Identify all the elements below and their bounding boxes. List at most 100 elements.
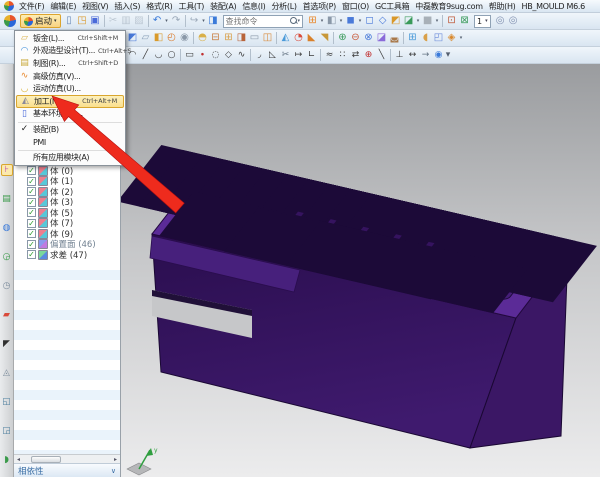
work-layer-dropdown[interactable]: 1 ▾: [474, 15, 491, 28]
pointer-tab[interactable]: ◤: [1, 338, 13, 350]
paste-icon[interactable]: ▨: [133, 14, 146, 28]
slot-icon[interactable]: ▭: [248, 31, 261, 45]
dimension-icon[interactable]: ↔: [406, 48, 419, 62]
copy-icon[interactable]: ▥: [120, 14, 133, 28]
toolbar-separator[interactable]: [250, 49, 251, 61]
emboss-icon[interactable]: ◨: [235, 31, 248, 45]
part-navigator-tab[interactable]: ⊦: [1, 164, 13, 176]
circle-icon[interactable]: ○: [165, 48, 178, 62]
pattern-curve-icon[interactable]: ∷: [336, 48, 349, 62]
toolbar-separator[interactable]: [403, 32, 404, 44]
start-button[interactable]: 启动 ▾: [20, 14, 61, 28]
chamfer-icon[interactable]: ◣: [305, 31, 318, 45]
extrude-icon[interactable]: ◧: [152, 31, 165, 45]
visibility-checkbox[interactable]: ✓: [27, 250, 36, 259]
pad-icon[interactable]: ⊞: [222, 31, 235, 45]
menu-tools[interactable]: 工具(T): [176, 1, 208, 12]
toolbar-separator[interactable]: [276, 32, 277, 44]
undo-icon[interactable]: ↶: [151, 14, 164, 28]
new-file-icon[interactable]: ▯: [63, 14, 76, 28]
web-browser-tab[interactable]: ◍: [1, 222, 13, 234]
quick-extend-icon[interactable]: ↦: [292, 48, 305, 62]
display-constraint-icon[interactable]: ◉: [432, 48, 445, 62]
search-input[interactable]: [226, 16, 290, 27]
toolbar-separator[interactable]: [320, 49, 321, 61]
pattern-feature-icon[interactable]: ⊞: [406, 31, 419, 45]
scroll-left-icon[interactable]: ◂: [14, 456, 23, 463]
menu-zhonglei-edu[interactable]: 中磊教育9sug.com: [412, 1, 485, 12]
scrollbar-thumb[interactable]: [31, 456, 61, 463]
part-title[interactable]: HB_MOULD M6.6: [519, 2, 588, 11]
immediate-hide-icon[interactable]: ◪: [402, 14, 415, 28]
visibility-checkbox[interactable]: ✓: [27, 208, 36, 217]
display-part-icon[interactable]: ◨: [207, 14, 220, 28]
navigator-row[interactable]: ✓ 求差 (47): [14, 250, 120, 261]
new-window-icon[interactable]: ⊠: [458, 14, 471, 28]
visibility-checkbox[interactable]: ✓: [27, 229, 36, 238]
menu-item-advanced-sim[interactable]: ∿ 高级仿真(V)...: [16, 70, 124, 83]
menu-item-gateway[interactable]: ▯ 基本环境(W)...: [16, 108, 124, 121]
menu-item-assemblies[interactable]: ✓ 装配(B): [16, 123, 124, 136]
unite-icon[interactable]: ⊕: [336, 31, 349, 45]
mirror-feature-icon[interactable]: ◖: [419, 31, 432, 45]
navigator-horizontal-scrollbar[interactable]: ◂ ▸: [14, 454, 120, 463]
subtract-icon[interactable]: ⊖: [349, 31, 362, 45]
toolbar-separator[interactable]: [193, 32, 194, 44]
menu-item-sheet-metal[interactable]: ▱ 钣金(L)... Ctrl+Shift+M: [16, 32, 124, 45]
chamfer-curve-icon[interactable]: ◺: [266, 48, 279, 62]
toolbar-separator[interactable]: [442, 15, 443, 27]
pocket-icon[interactable]: ⊟: [209, 31, 222, 45]
fillet-icon[interactable]: ◞: [253, 48, 266, 62]
menu-view[interactable]: 视图(V): [79, 1, 111, 12]
polygon-icon[interactable]: ◇: [222, 48, 235, 62]
visibility-checkbox[interactable]: ✓: [27, 166, 36, 175]
visibility-checkbox[interactable]: ✓: [27, 219, 36, 228]
visibility-checkbox[interactable]: ✓: [27, 240, 36, 249]
toolbar-separator[interactable]: [180, 49, 181, 61]
dependencies-header[interactable]: 相依性 ∨: [14, 463, 120, 477]
menu-information[interactable]: 信息(I): [239, 1, 268, 12]
toolbar-separator[interactable]: [333, 32, 334, 44]
clock-tab[interactable]: ◷: [1, 280, 13, 292]
visualization-tab[interactable]: ▰: [1, 309, 13, 321]
rectangle-icon[interactable]: ▭: [183, 48, 196, 62]
cut-icon[interactable]: ✂: [107, 14, 120, 28]
quick-trim-icon[interactable]: ✂: [279, 48, 292, 62]
datum-plane-icon[interactable]: ▱: [139, 31, 152, 45]
visibility-checkbox[interactable]: ✓: [27, 198, 36, 207]
menu-edit[interactable]: 编辑(E): [47, 1, 79, 12]
reuse-library-tab[interactable]: ▤: [1, 193, 13, 205]
open-icon[interactable]: ◳: [76, 14, 89, 28]
menu-file[interactable]: 文件(F): [16, 1, 47, 12]
wireframe-icon[interactable]: ◇: [376, 14, 389, 28]
menu-item-motion-sim[interactable]: ◡ 运动仿真(U)...: [16, 82, 124, 95]
window-tab-1[interactable]: ◱: [1, 396, 13, 408]
menu-item-pmi[interactable]: PMI: [16, 136, 124, 149]
intersect-icon[interactable]: ⊗: [362, 31, 375, 45]
menu-item-drafting[interactable]: ▤ 制图(R)... Ctrl+Shift+D: [16, 57, 124, 70]
search-icon[interactable]: [290, 17, 298, 26]
menu-preferences[interactable]: 首选项(P): [300, 1, 339, 12]
show-hide-icon[interactable]: ◩: [389, 14, 402, 28]
toolbar-separator[interactable]: [104, 15, 105, 27]
move-object-icon[interactable]: ⊡: [445, 14, 458, 28]
history-tab[interactable]: ◶: [1, 251, 13, 263]
save-icon[interactable]: ▣: [89, 14, 102, 28]
offset-curve-icon[interactable]: ≈: [323, 48, 336, 62]
ellipse-icon[interactable]: ◌: [209, 48, 222, 62]
rib-icon[interactable]: ◫: [261, 31, 274, 45]
undo-caret-icon[interactable]: ▾: [164, 14, 170, 28]
menu-window[interactable]: 窗口(O): [339, 1, 372, 12]
intersection-point-icon[interactable]: ⊕: [362, 48, 375, 62]
derived-line-icon[interactable]: ╲: [375, 48, 388, 62]
shaded-edges-icon[interactable]: ◧: [325, 14, 338, 28]
menu-analysis[interactable]: 分析(L): [268, 1, 299, 12]
visibility-checkbox[interactable]: ✓: [27, 187, 36, 196]
window-tab-2[interactable]: ◲: [1, 425, 13, 437]
background-caret-icon[interactable]: ▾: [434, 14, 440, 28]
menu-item-all-applications[interactable]: 所有应用模块(A) ▶: [16, 151, 124, 164]
repeat-caret-icon[interactable]: ▾: [201, 14, 207, 28]
menu-help[interactable]: 帮助(H): [486, 1, 519, 12]
graphics-window[interactable]: y: [121, 64, 600, 477]
sketch-icon[interactable]: ◩: [126, 31, 139, 45]
